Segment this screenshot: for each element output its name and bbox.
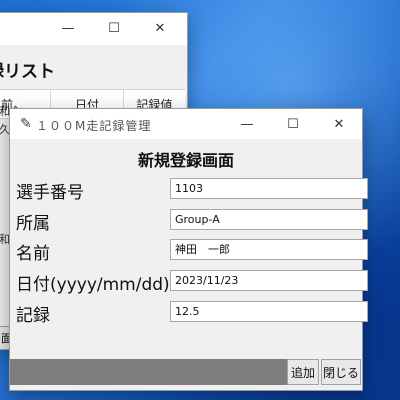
- list-title: 録リスト: [0, 62, 55, 82]
- affiliation-input[interactable]: Group-A: [170, 209, 368, 230]
- status-bar: [10, 359, 287, 385]
- date-input[interactable]: 2023/11/23: [170, 270, 368, 291]
- record-input[interactable]: 12.5: [170, 301, 368, 322]
- title-bar[interactable]: ✎ １００M走記録管理 — ☐ ✕: [10, 109, 362, 139]
- close-icon[interactable]: ✕: [316, 109, 362, 139]
- minimize-icon[interactable]: —: [224, 109, 270, 139]
- close-button[interactable]: 閉じる: [321, 359, 361, 385]
- window-title: １００M走記録管理: [36, 119, 152, 133]
- label-name: 名前: [16, 244, 50, 264]
- add-button[interactable]: 追加: [287, 359, 319, 385]
- maximize-icon[interactable]: ☐: [270, 109, 316, 139]
- label-player-number: 選手番号: [16, 183, 84, 203]
- label-date: 日付(yyyy/mm/dd): [16, 275, 170, 295]
- maximize-icon[interactable]: ☐: [91, 13, 137, 43]
- title-bar[interactable]: — ☐ ✕: [0, 13, 187, 45]
- minimize-icon[interactable]: —: [45, 13, 91, 43]
- close-icon[interactable]: ✕: [137, 13, 183, 43]
- page-title: 新規登録画面: [137, 151, 234, 170]
- player-number-input[interactable]: 1103: [170, 178, 368, 199]
- new-registration-window: ✎ １００M走記録管理 — ☐ ✕ 新規登録画面 選手番号 1103 所属 Gr…: [9, 108, 368, 391]
- name-input[interactable]: 神田 一郎: [170, 239, 368, 260]
- label-affiliation: 所属: [16, 214, 50, 234]
- feather-icon: ✎: [20, 116, 32, 132]
- label-record: 記録: [16, 306, 50, 326]
